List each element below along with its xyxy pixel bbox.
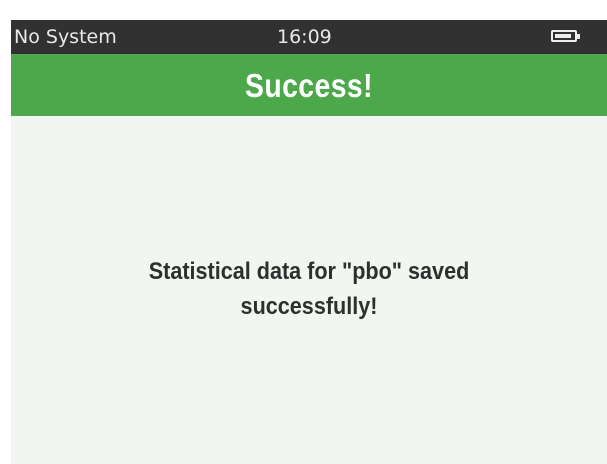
title-bar: Success! [11, 54, 607, 116]
clock-time: 16:09 [277, 26, 332, 48]
success-message-line-2: successfully! [240, 293, 378, 320]
success-message-line-1: Statistical data for "pbo" saved [148, 258, 470, 285]
battery-level-fill [555, 34, 571, 38]
battery-tip [577, 34, 580, 39]
system-status-label: No System [14, 26, 117, 48]
success-message: Statistical data for "pbo" saved success… [11, 254, 607, 324]
status-bar: No System 16:09 [11, 20, 607, 54]
device-screen: No System 16:09 Success! Statistical dat… [11, 20, 607, 464]
page-title: Success! [244, 67, 374, 104]
battery-icon [551, 30, 577, 42]
